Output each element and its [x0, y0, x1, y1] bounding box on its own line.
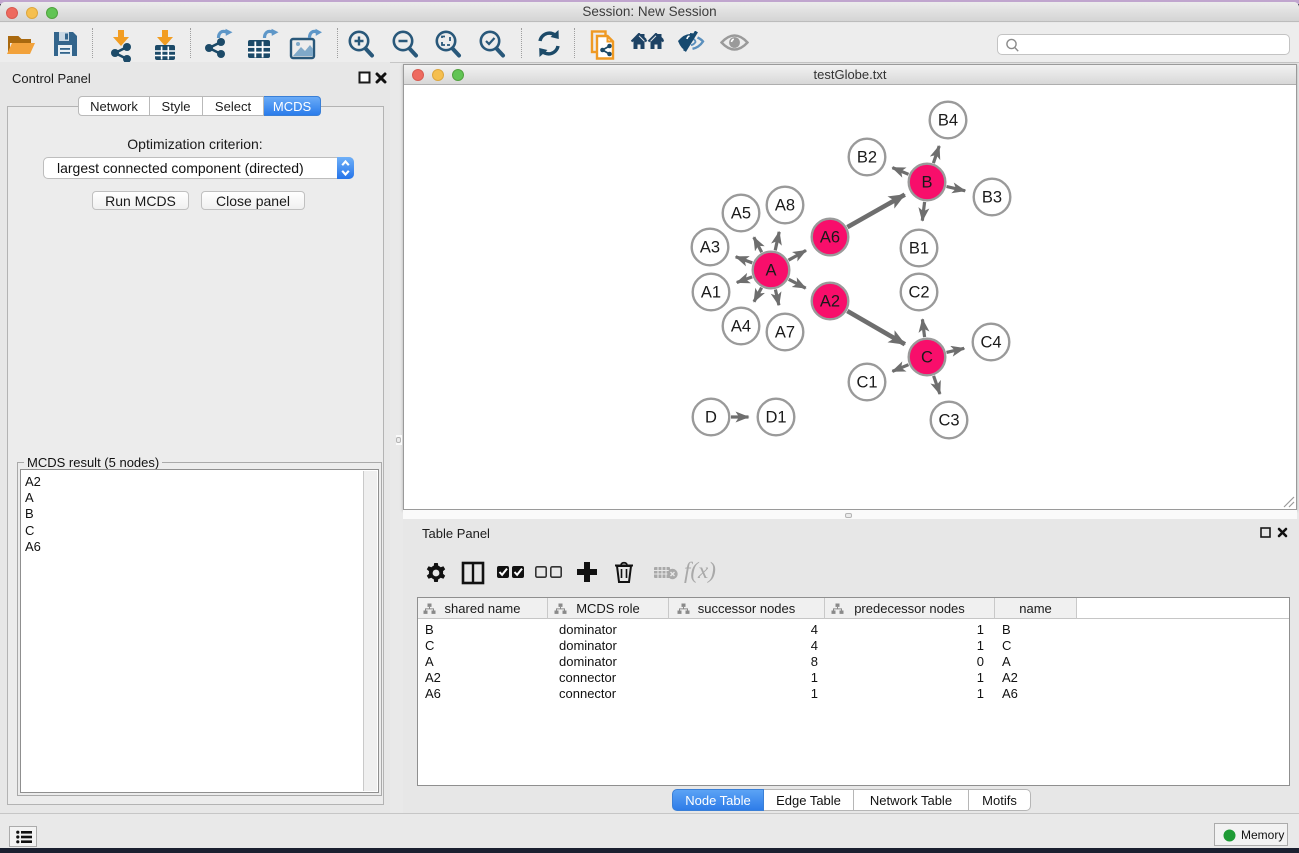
svg-text:C2: C2	[908, 284, 929, 302]
svg-text:A1: A1	[701, 284, 721, 302]
svg-text:C3: C3	[938, 412, 959, 430]
svg-text:B3: B3	[982, 189, 1002, 207]
svg-text:A8: A8	[775, 197, 795, 215]
svg-text:A3: A3	[700, 239, 720, 257]
svg-text:D1: D1	[765, 409, 786, 427]
svg-text:A: A	[765, 262, 776, 280]
svg-text:A4: A4	[731, 318, 751, 336]
svg-text:C1: C1	[856, 374, 877, 392]
svg-text:C4: C4	[980, 334, 1001, 352]
svg-text:A2: A2	[820, 293, 840, 311]
svg-text:B: B	[921, 174, 932, 192]
svg-text:B2: B2	[857, 149, 877, 167]
svg-text:C: C	[921, 349, 933, 367]
svg-text:B4: B4	[938, 112, 958, 130]
svg-text:B1: B1	[909, 240, 929, 258]
svg-text:D: D	[705, 409, 717, 427]
svg-text:A5: A5	[731, 205, 751, 223]
svg-text:A6: A6	[820, 229, 840, 247]
svg-text:A7: A7	[775, 324, 795, 342]
